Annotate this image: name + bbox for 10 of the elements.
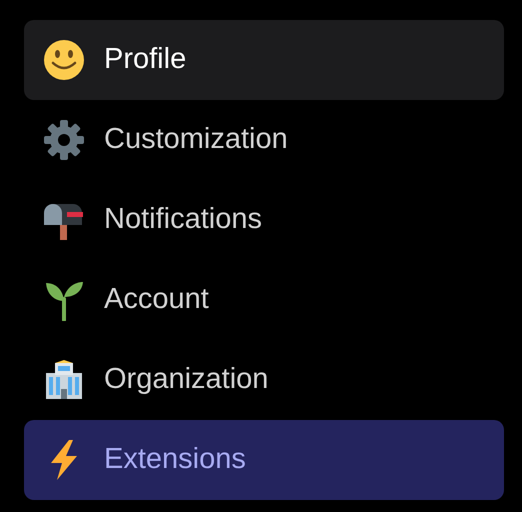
menu-item[interactable]: Notifications [24, 180, 504, 260]
smiley-icon [43, 39, 85, 81]
gear-icon [43, 119, 85, 161]
menu-item[interactable]: Account [24, 260, 504, 340]
seedling-icon [43, 279, 85, 321]
menu-item[interactable]: Profile [24, 20, 504, 100]
building-icon [43, 359, 85, 401]
menu-item[interactable]: Extensions [24, 420, 504, 500]
menu-item[interactable]: Customization [24, 100, 504, 180]
menu-item[interactable]: Organization [24, 340, 504, 420]
